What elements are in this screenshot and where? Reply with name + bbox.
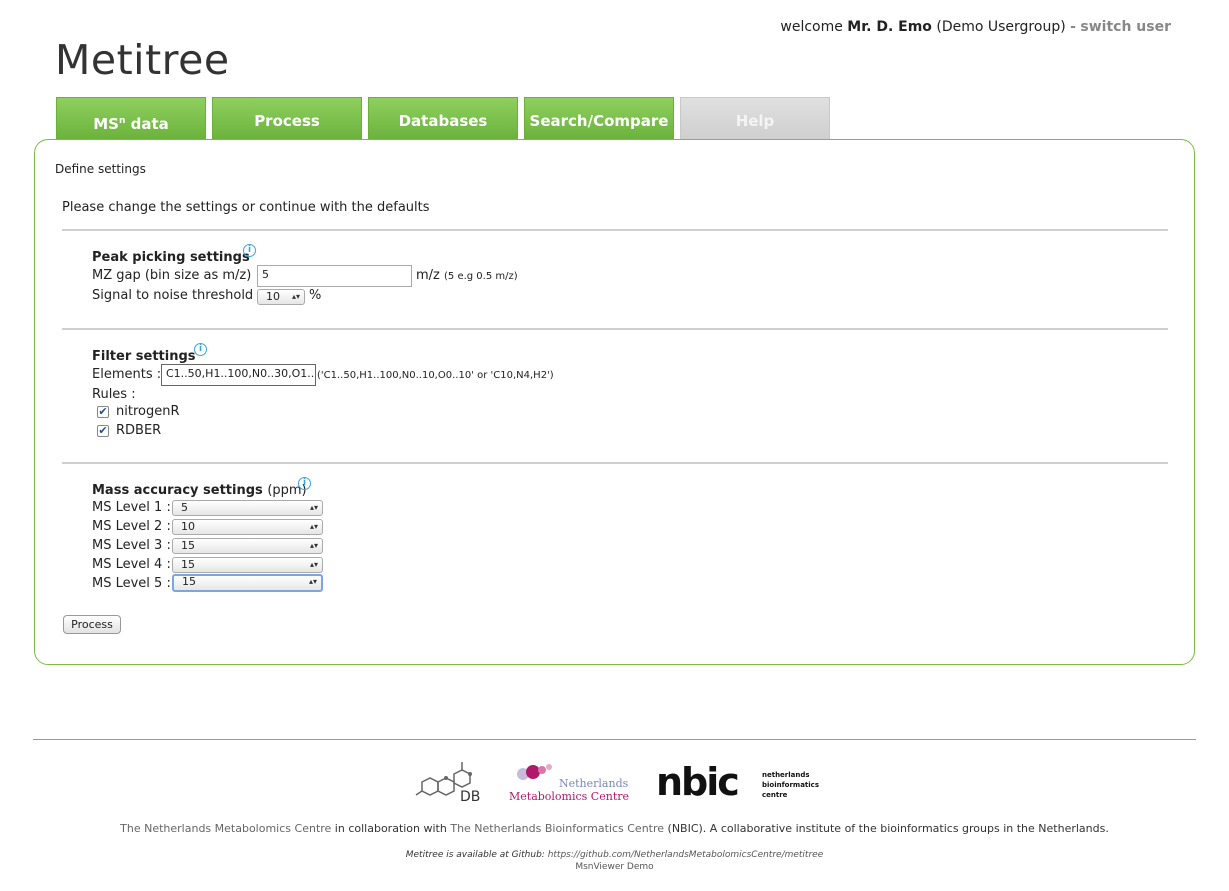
nbic-logo: nbic [656, 760, 740, 804]
nmc-line-2: Metabolomics Centre [509, 790, 629, 803]
app-title: Metitree [55, 36, 230, 84]
ms-level-label: MS Level 1 : [92, 500, 171, 515]
welcome-prefix: welcome [780, 19, 843, 35]
mass-accuracy-title-text: Mass accuracy settings [92, 483, 263, 498]
footer-divider [33, 739, 1196, 740]
ms-level-2-value: 10 [181, 520, 195, 533]
snr-select[interactable]: 10 ▴▾ [257, 289, 305, 305]
ms-level-3-value: 15 [181, 539, 195, 552]
nbic-link[interactable]: The Netherlands Bioinformatics Centre [450, 822, 664, 835]
ms-level-label: MS Level 4 : [92, 557, 171, 572]
settings-panel: Define settings Please change the settin… [34, 139, 1195, 665]
ms-level-label: MS Level 3 : [92, 538, 171, 553]
github-link[interactable]: https://github.com/NetherlandsMetabolomi… [548, 850, 824, 860]
select-arrows-icon: ▴▾ [309, 541, 318, 550]
select-arrows-icon: ▴▾ [308, 577, 317, 586]
mz-gap-unit: m/z [416, 268, 440, 283]
collab-part-4: (NBIC). A collaborative institute of the… [664, 822, 1109, 835]
select-arrows-icon: ▴▾ [291, 292, 300, 301]
tab-process[interactable]: Process [212, 97, 362, 139]
nbic-desc-1: netherlands [762, 771, 810, 779]
peak-picking-info-icon[interactable]: i [243, 244, 256, 257]
nbic-desc-2: bioinformatics [762, 781, 819, 789]
snr-label: Signal to noise threshold : [92, 288, 262, 303]
tab-search-compare[interactable]: Search/Compare [524, 97, 674, 139]
select-arrows-icon: ▴▾ [309, 522, 318, 531]
ms-level-3-select[interactable]: 15 ▴▾ [172, 538, 323, 554]
nmc-line-2-text: Metabolomics Centre [509, 790, 630, 803]
nmc-logo: Netherlands Metabolomics Centre [509, 777, 629, 803]
tab-msn-data[interactable]: MSn data [56, 97, 206, 139]
ms-level-label: MS Level 2 : [92, 519, 171, 534]
mz-gap-hint: (5 e.g 0.5 m/z) [444, 271, 518, 282]
panel-title: Define settings [55, 162, 146, 176]
ms-level-label: MS Level 5 : [92, 576, 171, 591]
filter-title: Filter settings [92, 349, 196, 364]
nbic-desc: netherlands bioinformatics centre [762, 770, 819, 800]
nbic-desc-3: centre [762, 791, 788, 799]
divider [62, 462, 1168, 464]
filter-info-icon[interactable]: i [194, 343, 207, 356]
main-tabs: MSn data Process Databases Search/Compar… [56, 97, 836, 139]
user-name: Mr. D. Emo [847, 19, 932, 35]
tab-help[interactable]: Help [680, 97, 830, 139]
ms-level-4-select[interactable]: 15 ▴▾ [172, 557, 323, 573]
mz-gap-input[interactable]: 5 [257, 265, 412, 287]
nitrogenr-label: nitrogenR [116, 404, 180, 419]
ms-level-2-select[interactable]: 10 ▴▾ [172, 519, 323, 535]
tab-msn-suffix: data [125, 115, 169, 133]
intro-text: Please change the settings or continue w… [62, 200, 430, 215]
elements-label: Elements : [92, 367, 162, 382]
db-logo-text: DB [460, 789, 480, 804]
separator: - [1070, 19, 1076, 35]
rdber-checkbox[interactable]: ✔ [97, 425, 109, 437]
rules-label: Rules : [92, 387, 136, 402]
mz-gap-label: MZ gap (bin size as m/z) : [92, 268, 260, 283]
snr-unit: % [309, 288, 322, 303]
rdber-label: RDBER [116, 423, 162, 438]
github-text: Metitree is available at Github: [405, 850, 545, 860]
switch-user-link[interactable]: switch user [1080, 19, 1171, 35]
tab-msn-label: MS [93, 115, 119, 133]
ms-level-5-value: 15 [182, 575, 196, 588]
welcome-bar: welcome Mr. D. Emo (Demo Usergroup) - sw… [780, 19, 1171, 35]
ms-level-1-value: 5 [181, 501, 188, 514]
elements-input[interactable]: C1..50,H1..100,N0..30,O1.. [161, 364, 316, 386]
divider [62, 229, 1168, 231]
elements-hint: ('C1..50,H1..100,N0..10,O0..10' or 'C10,… [317, 370, 554, 381]
process-button[interactable]: Process [63, 615, 121, 634]
collab-part-2: in collaboration with [331, 822, 451, 835]
user-group: (Demo Usergroup) [936, 19, 1066, 35]
metabolite-db-logo: DB [415, 762, 480, 804]
collaboration-text: The Netherlands Metabolomics Centre in c… [0, 822, 1229, 835]
ms-level-1-select[interactable]: 5 ▴▾ [172, 500, 323, 516]
version-text: MsnViewer Demo [575, 862, 654, 872]
snr-value: 10 [266, 290, 280, 303]
ms-level-5-select[interactable]: 15 ▴▾ [172, 574, 323, 592]
nmc-line-1: Netherlands [559, 777, 629, 790]
github-line: Metitree is available at Github: https:/… [0, 850, 1229, 860]
divider [62, 328, 1168, 330]
mass-accuracy-title: Mass accuracy settings (ppm) [92, 483, 307, 498]
tab-databases[interactable]: Databases [368, 97, 518, 139]
ms-level-4-value: 15 [181, 558, 195, 571]
peak-picking-title: Peak picking settings [92, 250, 250, 265]
nmc-link[interactable]: The Netherlands Metabolomics Centre [120, 822, 331, 835]
select-arrows-icon: ▴▾ [309, 560, 318, 569]
select-arrows-icon: ▴▾ [309, 503, 318, 512]
nitrogenr-checkbox[interactable]: ✔ [97, 406, 109, 418]
mass-accuracy-info-icon[interactable]: i [298, 477, 311, 490]
